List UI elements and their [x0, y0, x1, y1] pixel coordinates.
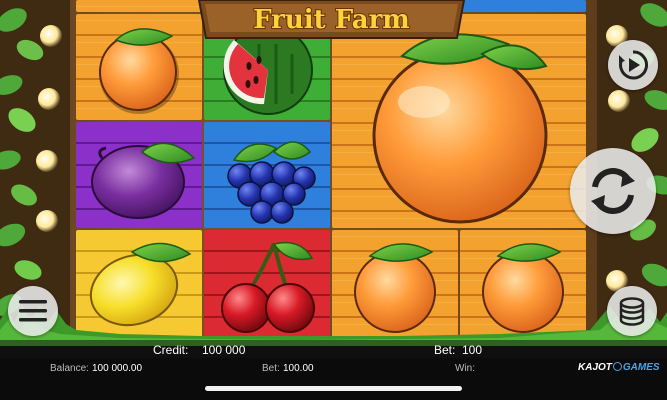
brand-circle-icon: [612, 362, 622, 371]
reel-cell-grapes: [204, 122, 330, 228]
play-icon: [619, 50, 649, 80]
reel-cell-giant-orange: [332, 14, 586, 228]
game-stage: Fruit Farm: [0, 0, 667, 346]
refresh-icon: [591, 168, 635, 214]
reel-cell-plum: [76, 122, 202, 228]
win-label: Win:: [455, 363, 475, 374]
credit-bet-bar: Credit: 100 000 Bet: 100: [0, 340, 667, 360]
spin-button[interactable]: [570, 148, 656, 234]
reel-cell-blue-top: [460, 0, 586, 12]
reel-cell-orange: [76, 0, 202, 12]
brand-logo: KAJOT GAMES: [578, 362, 660, 373]
info-bar: Balance: 100 000.00 Bet: 100.00 Win: KAJ…: [0, 358, 667, 400]
credit-value: 100 000: [202, 343, 246, 357]
light-bulb: [38, 88, 60, 110]
reel-grid: [76, 0, 586, 338]
game-logo: Fruit Farm: [195, 0, 468, 42]
brand-sub: GAMES: [622, 362, 660, 373]
coin-stack-icon: [619, 297, 645, 326]
bet-label: Bet:: [434, 343, 456, 357]
light-bulb: [608, 90, 630, 112]
autoplay-button[interactable]: [608, 40, 658, 90]
game-title: Fruit Farm: [253, 5, 410, 35]
balance-value: 100 000.00: [92, 363, 143, 374]
credit-label: Credit:: [153, 343, 189, 357]
reel-cell-orange: [76, 14, 202, 120]
menu-button[interactable]: [8, 286, 58, 336]
bet-button[interactable]: [607, 286, 657, 336]
hamburger-icon: [19, 300, 47, 322]
brand-main: KAJOT: [578, 362, 612, 373]
info-bet-label: Bet:: [262, 363, 280, 374]
home-indicator[interactable]: [205, 386, 462, 391]
light-bulb: [40, 25, 62, 47]
balance-label: Balance:: [50, 363, 89, 374]
light-bulb: [36, 210, 58, 232]
bet-value: 100: [462, 343, 483, 357]
light-bulb: [36, 150, 58, 172]
info-bet-value: 100.00: [283, 363, 314, 374]
